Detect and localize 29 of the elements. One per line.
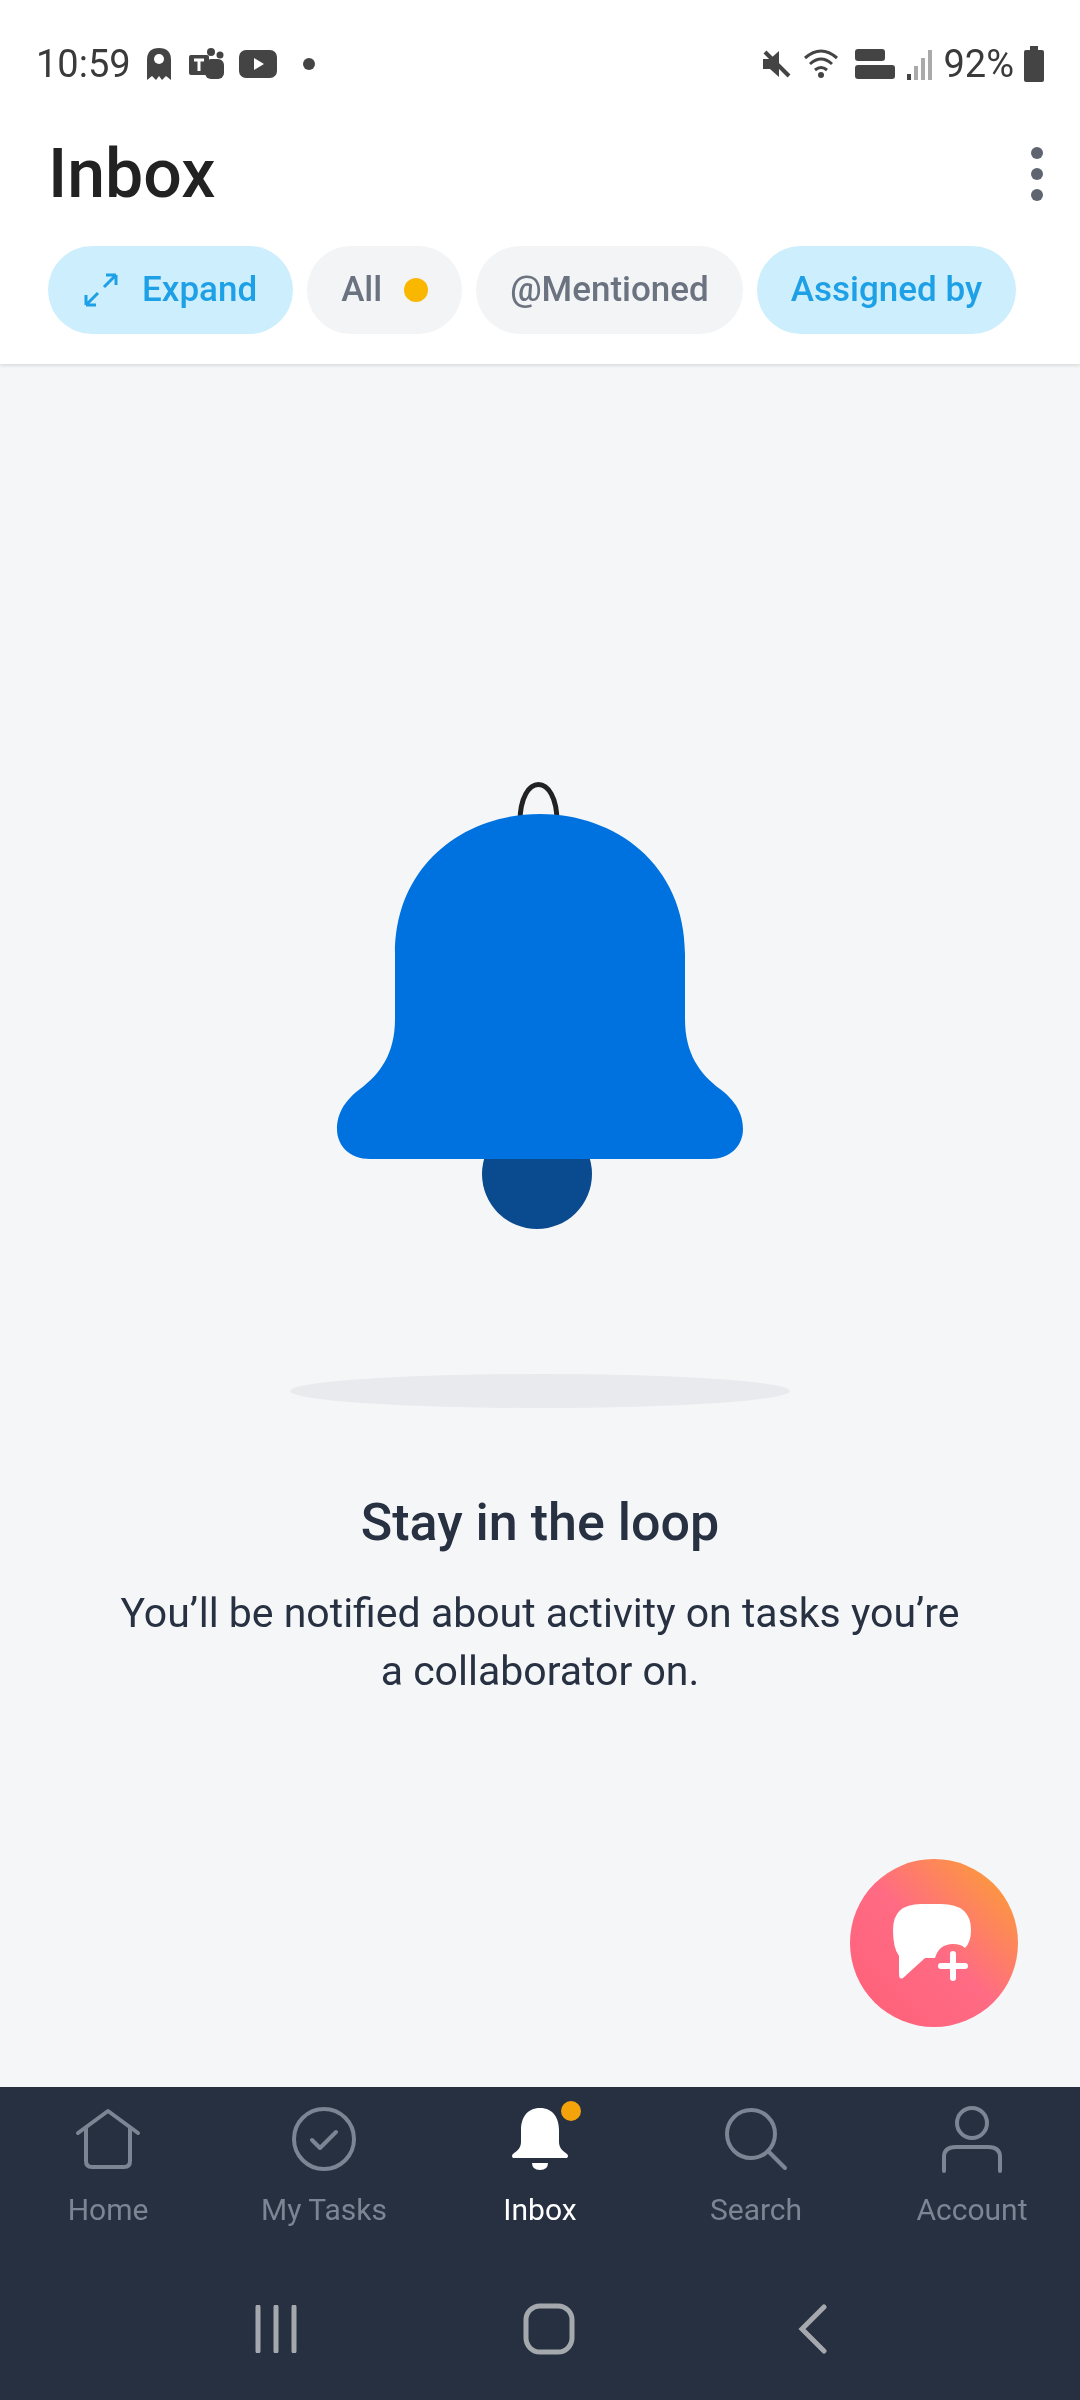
page-title: Inbox (48, 133, 216, 216)
more-options-icon[interactable] (1030, 146, 1044, 202)
empty-state-title: Stay in the loop (360, 1491, 720, 1555)
checkmark-circle-icon (291, 2106, 357, 2172)
home-icon (74, 2107, 142, 2171)
ghost-icon (144, 46, 173, 82)
filter-chip[interactable]: Assigned by (756, 246, 1017, 334)
back-icon[interactable] (798, 2303, 829, 2354)
home-button-icon[interactable] (523, 2302, 575, 2355)
search-icon (723, 2106, 789, 2172)
expand-icon (84, 273, 118, 307)
filter-chip[interactable]: All (307, 246, 463, 334)
signal-icon (907, 48, 934, 80)
nav-tab[interactable]: Account (864, 2103, 1080, 2257)
empty-state-message: You’ll be notified about activity on tasks you’re a collaborator on. (120, 1588, 960, 1697)
status-time: 10:59 (36, 40, 131, 88)
teams-icon (186, 47, 225, 81)
battery-percent: 92% (943, 40, 1014, 88)
nav-tab[interactable]: Search (648, 2103, 864, 2257)
play-icon (238, 50, 277, 78)
person-icon (940, 2105, 1004, 2173)
expand-button[interactable]: Expand (48, 246, 294, 334)
filter-chip[interactable]: @Mentioned (476, 246, 743, 334)
bell-icon (509, 2106, 571, 2172)
nav-tab[interactable]: Inbox (432, 2103, 648, 2257)
battery-icon (1024, 46, 1044, 82)
nav-tab[interactable]: Home (0, 2103, 216, 2257)
nav-tab[interactable]: My Tasks (216, 2103, 432, 2257)
dot-icon (302, 58, 315, 70)
